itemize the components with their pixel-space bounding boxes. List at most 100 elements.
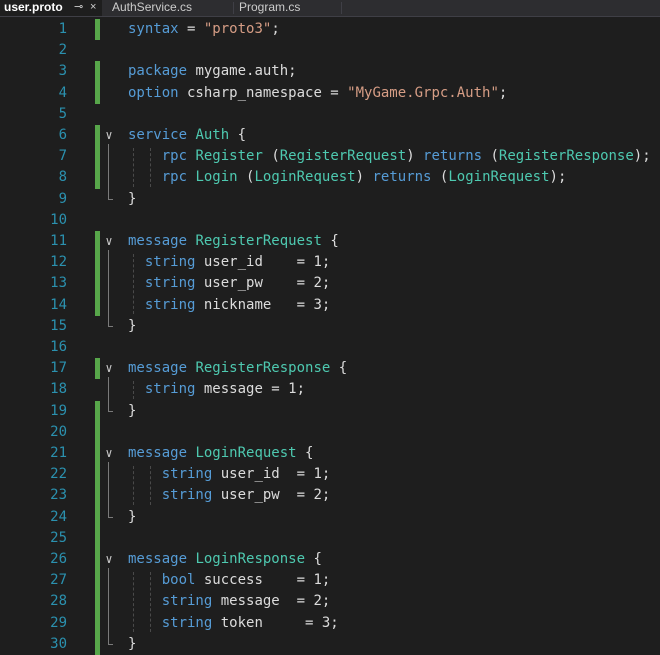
keyword: message: [128, 551, 188, 567]
line-number: 17: [50, 360, 67, 377]
code-line[interactable]: rpc Register (RegisterRequest) returns (…: [128, 146, 651, 167]
fold-outline-end: [108, 410, 113, 412]
code-line[interactable]: }: [128, 316, 136, 337]
code-text: }: [128, 635, 137, 652]
fold-outline-line: [108, 462, 109, 518]
line-number: 7: [58, 148, 67, 165]
string-literal: "proto3": [203, 21, 272, 37]
code-line[interactable]: }: [128, 507, 136, 528]
tab-program-cs[interactable]: Program.cs: [235, 0, 340, 16]
fold-collapse-icon[interactable]: ∨: [102, 231, 116, 252]
code-line[interactable]: string user_id = 1;: [128, 464, 331, 485]
keyword: string: [144, 275, 196, 292]
type-name: LoginRequest: [254, 169, 356, 186]
line-number: 6: [58, 127, 67, 143]
change-indicator-bar: [95, 358, 100, 380]
code-line[interactable]: string message = 2;: [128, 591, 331, 612]
code-text: {: [296, 445, 314, 461]
line-number: 22: [50, 466, 67, 483]
line-number: 19: [50, 402, 67, 419]
close-icon[interactable]: ×: [90, 0, 96, 14]
line-number: 28: [50, 593, 67, 610]
line-number: 11: [50, 233, 67, 249]
keyword: string: [161, 466, 213, 483]
code-line[interactable]: }: [128, 401, 136, 422]
code-text: ): [355, 169, 373, 186]
code-line[interactable]: message RegisterResponse {: [128, 358, 347, 379]
code-line[interactable]: bool success = 1;: [128, 570, 331, 591]
fold-collapse-icon[interactable]: ∨: [102, 125, 116, 146]
code-editor[interactable]: 1 2 3 4 5 6 7 8 9 10 11 12 13 14 15 16 17 18 19 20 21 22 23 24 2…: [0, 17, 660, 655]
line-number: 2: [58, 42, 67, 59]
code-text: }: [128, 317, 137, 334]
keyword: returns: [423, 148, 483, 165]
code-text-area[interactable]: syntax = "proto3"; package mygame.auth; op…: [128, 17, 660, 655]
code-line[interactable]: string message = 1;: [128, 379, 305, 400]
code-text: =: [178, 21, 204, 37]
type-name: RegisterRequest: [279, 148, 407, 165]
code-line[interactable]: string token = 3;: [128, 613, 339, 634]
tab-user-proto[interactable]: user.proto ⊸ ×: [0, 0, 102, 16]
code-line[interactable]: syntax = "proto3";: [128, 19, 280, 40]
fold-outline-line: [108, 144, 109, 200]
line-number: 14: [50, 296, 67, 313]
code-line[interactable]: option csharp_namespace = "MyGame.Grpc.A…: [128, 83, 507, 104]
code-text: mygame.auth;: [187, 63, 297, 80]
code-text: token = 3;: [212, 614, 339, 631]
code-line[interactable]: string nickname = 3;: [128, 295, 330, 316]
line-number: 21: [50, 445, 67, 461]
tab-authservice-cs[interactable]: AuthService.cs: [108, 0, 232, 16]
code-line[interactable]: message LoginResponse {: [128, 549, 322, 570]
line-number: 25: [50, 529, 67, 546]
code-text: message = 2;: [212, 593, 331, 610]
fold-outline-end: [108, 516, 113, 518]
pin-icon[interactable]: ⊸: [74, 0, 83, 14]
line-number: 29: [50, 614, 67, 631]
keyword: message: [128, 445, 188, 461]
code-line[interactable]: message LoginRequest {: [128, 443, 313, 464]
line-number: 26: [50, 551, 67, 567]
line-number: 27: [50, 572, 67, 589]
code-text: {: [330, 360, 348, 377]
type-name: LoginResponse: [195, 551, 306, 567]
line-number: 8: [58, 169, 67, 186]
fold-collapse-icon[interactable]: ∨: [102, 358, 116, 379]
type-name: RegisterResponse: [498, 148, 634, 165]
fold-collapse-icon[interactable]: ∨: [102, 549, 116, 570]
code-text: (: [431, 169, 449, 186]
fold-outline-end: [108, 325, 113, 327]
line-number: 16: [50, 339, 67, 355]
code-text: {: [305, 551, 322, 567]
indicator-margin: [0, 17, 22, 655]
change-indicator-bar: [95, 19, 100, 41]
line-number: 9: [58, 190, 67, 207]
code-line[interactable]: }: [128, 189, 136, 210]
keyword: string: [161, 614, 213, 631]
line-number: 20: [50, 423, 67, 440]
line-number: 4: [58, 84, 67, 101]
code-line[interactable]: rpc Login (LoginRequest) returns (LoginR…: [128, 167, 567, 188]
tab-bar: user.proto ⊸ × AuthService.cs Program.cs: [0, 0, 660, 17]
code-line[interactable]: string user_pw = 2;: [128, 273, 330, 294]
code-line[interactable]: string user_id = 1;: [128, 252, 330, 273]
code-line[interactable]: service Auth {: [128, 125, 246, 146]
code-text: {: [321, 233, 339, 249]
code-line[interactable]: }: [128, 634, 136, 655]
code-line[interactable]: string user_pw = 2;: [128, 485, 331, 506]
line-number-gutter: 1 2 3 4 5 6 7 8 9 10 11 12 13 14 15 16 17 18 19 20 21 22 23 24 2…: [22, 17, 70, 655]
keyword: message: [128, 233, 188, 249]
type-name: RegisterResponse: [195, 360, 331, 377]
line-number: 13: [50, 275, 67, 292]
fold-collapse-icon[interactable]: ∨: [102, 443, 116, 464]
code-line[interactable]: package mygame.auth;: [128, 61, 297, 82]
code-line[interactable]: message RegisterRequest {: [128, 231, 339, 252]
code-text: user_id = 1;: [195, 254, 331, 271]
type-name: LoginRequest: [195, 445, 297, 461]
code-text: }: [128, 508, 137, 525]
